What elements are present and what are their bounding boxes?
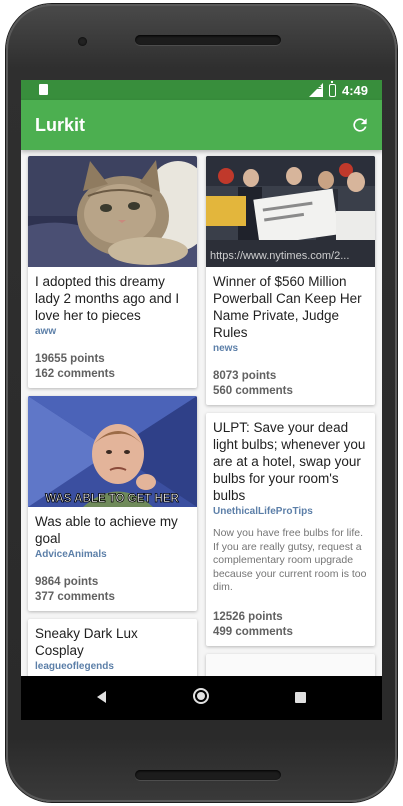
signal-icon: LTE: [308, 83, 323, 97]
powerball-check-photo: https://www.nytimes.com/2...: [206, 156, 375, 267]
meme-caption: WAS ABLE TO GET HER: [45, 493, 179, 505]
post-card[interactable]: [206, 653, 375, 676]
post-points: 9864 points: [35, 576, 99, 588]
post-comments[interactable]: 499 comments: [213, 626, 368, 638]
app-title: Lurkit: [35, 115, 86, 135]
post-card[interactable]: ULPT: Save your dead light bulbs; whenev…: [206, 413, 375, 646]
screen: LTE 4:49 Lurkit I adopted this dreamy la…: [21, 80, 382, 720]
post-title: I adopted this dreamy lady 2 months ago …: [35, 274, 180, 323]
post-points: 8073 points: [213, 370, 277, 382]
post-card[interactable]: https://www.nytimes.com/2... Winner of $…: [206, 156, 375, 405]
post-subreddit[interactable]: UnethicalLifeProTips: [213, 506, 368, 517]
clock: 4:49: [341, 82, 368, 98]
network-type: LTE: [308, 84, 322, 91]
post-subreddit[interactable]: leagueoflegends: [35, 661, 190, 672]
post-card[interactable]: I adopted this dreamy lady 2 months ago …: [28, 156, 197, 388]
post-comments[interactable]: 560 comments: [213, 385, 368, 397]
front-camera: [78, 37, 87, 46]
app-bar: Lurkit: [21, 100, 382, 150]
back-icon[interactable]: [97, 691, 106, 703]
post-title: Winner of $560 Million Powerball Can Kee…: [213, 274, 362, 340]
feed-column-left: I adopted this dreamy lady 2 months ago …: [28, 156, 197, 676]
kitten-photo: [28, 156, 197, 267]
post-title: Was able to achieve my goal: [35, 514, 178, 546]
sd-card-icon: [39, 84, 48, 95]
post-card[interactable]: WAS ABLE TO GET HER Was able to achieve …: [28, 396, 197, 611]
recents-icon[interactable]: [295, 692, 306, 703]
post-title: ULPT: Save your dead light bulbs; whenev…: [213, 420, 366, 503]
post-comments[interactable]: 162 comments: [35, 368, 190, 380]
success-kid-meme: WAS ABLE TO GET HER: [28, 396, 197, 507]
system-nav-bar: [21, 676, 382, 720]
battery-icon: [328, 80, 336, 97]
post-feed[interactable]: I adopted this dreamy lady 2 months ago …: [21, 150, 382, 676]
post-comments[interactable]: 377 comments: [35, 591, 190, 603]
post-points: 19655 points: [35, 353, 105, 365]
post-subreddit[interactable]: news: [213, 343, 368, 354]
post-subreddit[interactable]: aww: [35, 326, 190, 337]
post-title: Sneaky Dark Lux Cosplay: [35, 626, 138, 658]
post-subreddit[interactable]: AdviceAnimals: [35, 549, 190, 560]
post-card[interactable]: Sneaky Dark Lux Cosplay leagueoflegends: [28, 619, 197, 676]
bottom-speaker: [135, 770, 281, 780]
home-icon[interactable]: [193, 688, 209, 704]
post-points: 12526 points: [213, 610, 283, 623]
top-speaker: [135, 35, 281, 45]
image-watermark: https://www.nytimes.com/2...: [210, 250, 349, 262]
refresh-icon[interactable]: [350, 115, 370, 135]
status-bar: LTE 4:49: [21, 80, 382, 100]
post-description: Now you have free bulbs for life. If you…: [213, 527, 367, 593]
feed-column-right: https://www.nytimes.com/2... Winner of $…: [206, 156, 375, 676]
